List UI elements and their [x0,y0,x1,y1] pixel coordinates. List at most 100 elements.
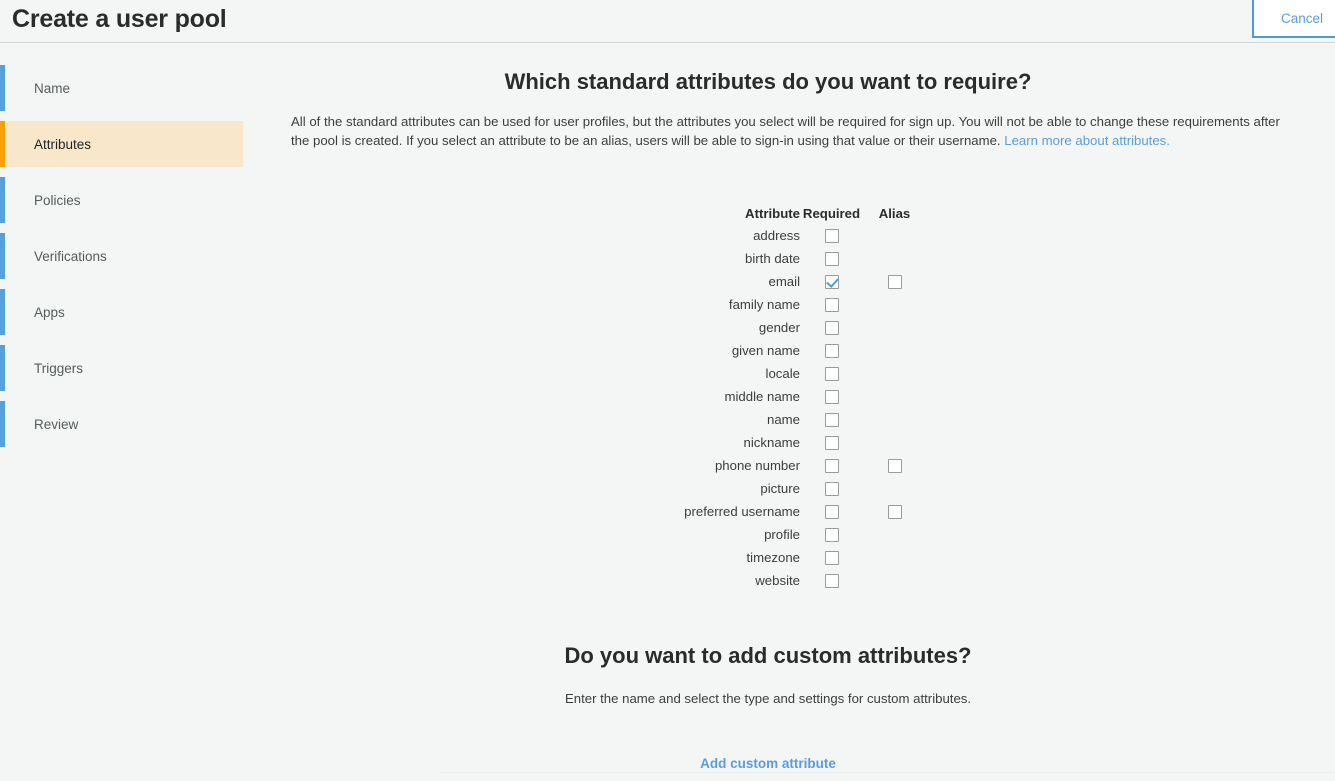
required-checkbox[interactable] [824,504,839,519]
sidebar-step-bar-icon [0,177,5,223]
alias-cell [863,274,926,289]
alias-cell [863,574,926,588]
sidebar-item-label: Attributes [34,136,92,152]
table-row: profile [243,523,1335,546]
required-cell [800,274,863,289]
standard-attributes-heading: Which standard attributes do you want to… [504,69,1032,94]
sidebar-item-triggers[interactable]: Triggers [0,345,243,391]
table-row: family name [243,293,1335,316]
sidebar-item-label: Review [34,416,79,432]
required-checkbox[interactable] [824,343,839,358]
table-row: locale [243,362,1335,385]
sidebar-step-bar-icon [0,121,5,167]
alias-cell [863,298,926,312]
learn-more-link[interactable]: Learn more about attributes. [1004,133,1170,148]
attribute-name: birth date [745,251,800,266]
attribute-column-header: Attribute [745,206,800,221]
sidebar-item-review[interactable]: Review [0,401,243,447]
required-cell [800,389,863,404]
table-row: middle name [243,385,1335,408]
attribute-name: picture [760,481,800,496]
required-checkbox[interactable] [824,320,839,335]
alias-cell [863,528,926,542]
required-checkbox[interactable] [824,481,839,496]
required-checkbox[interactable] [824,435,839,450]
alias-cell [863,436,926,450]
required-checkbox[interactable] [824,389,839,404]
sidebar-item-policies[interactable]: Policies [0,177,243,223]
alias-checkbox[interactable] [887,274,902,289]
required-cell [800,297,863,312]
alias-checkbox[interactable] [887,458,902,473]
sidebar-item-label: Policies [34,192,81,208]
required-cell [800,458,863,473]
alias-cell [863,321,926,335]
required-cell [800,435,863,450]
required-cell [800,228,863,243]
required-checkbox[interactable] [824,527,839,542]
cancel-button[interactable]: Cancel [1252,0,1335,38]
required-checkbox[interactable] [824,366,839,381]
alias-cell [863,551,926,565]
table-header-row: Attribute Required Alias [243,203,1335,224]
app-header: Create a user pool Cancel [0,0,1335,43]
standard-attributes-description: All of the standard attributes can be us… [291,113,1287,150]
custom-attributes-description: Enter the name and select the type and s… [564,691,972,706]
table-row: address [243,224,1335,247]
custom-attributes-heading: Do you want to add custom attributes? [564,643,972,668]
required-checkbox[interactable] [824,297,839,312]
required-checkbox[interactable] [824,573,839,588]
add-custom-attribute-link[interactable]: Add custom attribute [243,756,1293,771]
panel-bottom-edge [440,772,1335,773]
sidebar-item-apps[interactable]: Apps [0,289,243,335]
table-row: website [243,569,1335,592]
alias-cell [863,413,926,427]
attribute-name: given name [731,343,800,358]
alias-checkbox[interactable] [887,504,902,519]
required-checkbox[interactable] [824,228,839,243]
required-cell [800,366,863,381]
attribute-name: gender [758,320,800,335]
sidebar-item-label: Verifications [34,248,107,264]
required-cell [800,343,863,358]
attribute-name: nickname [743,435,800,450]
alias-column-header: Alias [878,206,911,221]
required-cell [800,573,863,588]
attribute-name: profile [764,527,800,542]
required-checkbox[interactable] [824,251,839,266]
main-content: Which standard attributes do you want to… [243,43,1335,781]
alias-cell [863,367,926,381]
required-cell [800,527,863,542]
sidebar-item-name[interactable]: Name [0,65,243,111]
alias-cell [863,482,926,496]
sidebar-step-bar-icon [0,289,5,335]
sidebar-item-label: Triggers [34,360,84,376]
table-row: gender [243,316,1335,339]
table-row: timezone [243,546,1335,569]
sidebar-step-bar-icon [0,65,5,111]
sidebar-step-bar-icon [0,345,5,391]
attribute-name: locale [765,366,800,381]
attribute-name: preferred username [684,504,800,519]
required-cell [800,320,863,335]
table-row: phone number [243,454,1335,477]
attribute-name: website [755,573,800,588]
attribute-name: family name [728,297,800,312]
required-cell [800,550,863,565]
alias-cell [863,458,926,473]
sidebar-step-bar-icon [0,233,5,279]
sidebar-item-label: Name [34,80,71,96]
sidebar-item-attributes[interactable]: Attributes [0,121,243,167]
attribute-name: email [768,274,800,289]
attribute-name: middle name [724,389,801,404]
sidebar-item-verifications[interactable]: Verifications [0,233,243,279]
required-checkbox[interactable] [824,550,839,565]
required-cell [800,251,863,266]
alias-cell [863,504,926,519]
sidebar-item-label: Apps [34,304,65,320]
table-row: nickname [243,431,1335,454]
table-row: name [243,408,1335,431]
required-checkbox[interactable] [824,458,839,473]
required-checkbox[interactable] [824,274,839,289]
required-checkbox[interactable] [824,412,839,427]
